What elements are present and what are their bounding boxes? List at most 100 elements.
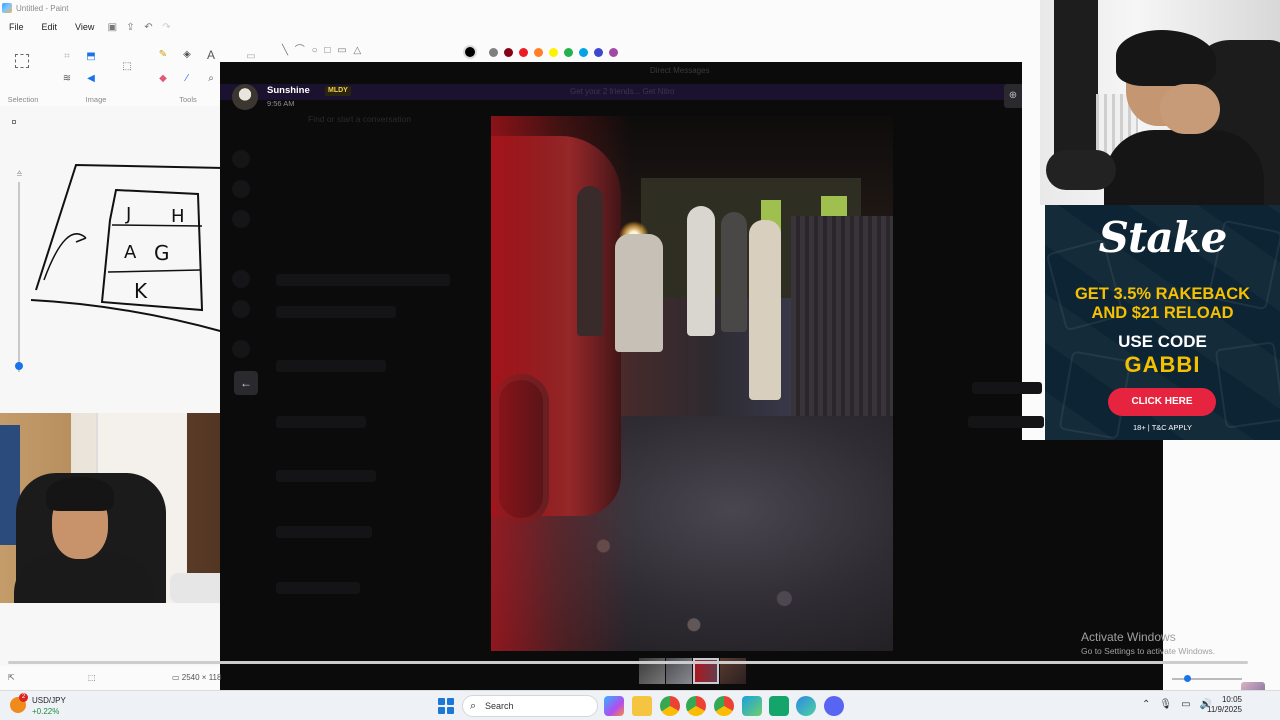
photo-red-glow (491, 116, 631, 651)
clock-time: 10:05 (1221, 695, 1242, 704)
redo-icon[interactable]: ↷ (157, 22, 175, 33)
search-icon: ⌕ (470, 700, 477, 712)
dm-list-item (276, 360, 386, 372)
color-picker-icon[interactable]: ⁄ (180, 72, 194, 86)
image-group: ⌗ ⬒ ⬚ ≋ ◀ Image (50, 40, 142, 106)
dm-header: Direct Messages (650, 66, 710, 75)
palette-color-swatch[interactable] (609, 48, 618, 57)
media-app-icon[interactable] (769, 696, 789, 716)
horizontal-scrollbar[interactable] (8, 661, 1248, 664)
zoom-slider[interactable] (1172, 675, 1242, 682)
author-avatar[interactable] (232, 84, 258, 110)
server-icon (232, 270, 250, 288)
chrome-icon[interactable] (714, 696, 734, 716)
palette-color-swatch[interactable] (504, 48, 513, 57)
flip-icon[interactable]: ≋ (60, 72, 74, 86)
ticker-change: +0.22% (32, 707, 60, 716)
dm-list-item (276, 582, 360, 594)
photo-fence (791, 216, 893, 426)
brush-size-icon[interactable]: ≙ (16, 170, 23, 179)
selection-group: Selection (0, 40, 46, 106)
zoom-in-icon[interactable]: ⊕ (1004, 84, 1022, 108)
cursor-icon: ⇱ (8, 673, 15, 682)
canvas-handle[interactable] (12, 120, 16, 124)
photo-person (721, 212, 747, 332)
selection-size-icon: ⬚ (88, 673, 96, 682)
menu-edit[interactable]: Edit (33, 22, 67, 32)
menu-view[interactable]: View (66, 22, 103, 32)
clock-date: 11/9/2025 (1207, 705, 1242, 714)
rotate-select-icon[interactable]: ⬚ (120, 60, 134, 74)
widgets-badge: 2 (19, 693, 28, 702)
stake-ad[interactable]: Stake GET 3.5% RAKEBACK AND $21 RELOAD U… (1045, 205, 1280, 440)
slider-knob[interactable] (15, 362, 23, 370)
resize-icon[interactable]: ⬒ (84, 50, 98, 64)
webcam-person-body (14, 553, 154, 603)
shapes-icon[interactable]: ╲ ⌒ ○ □ ▭ △ (282, 44, 382, 58)
palette-color-swatch[interactable] (564, 48, 573, 57)
palette-color-swatch[interactable] (549, 48, 558, 57)
palette-color-swatch[interactable] (463, 45, 477, 59)
ad-promo-line1: GET 3.5% RAKEBACK (1074, 285, 1251, 303)
file-explorer-icon[interactable] (632, 696, 652, 716)
webcam-person-hand (1160, 84, 1220, 134)
message-timestamp: 9:56 AM (267, 99, 295, 108)
undo-icon[interactable]: ↶ (139, 22, 157, 33)
chrome-icon[interactable] (686, 696, 706, 716)
magnifier-icon[interactable]: ⌕ (204, 72, 218, 86)
eraser-icon[interactable]: ◆ (156, 72, 170, 86)
windows-start-icon[interactable] (438, 698, 454, 714)
snipping-tool-icon[interactable] (742, 696, 762, 716)
message-author[interactable]: Sunshine MLDY 9:56 AM (232, 82, 372, 110)
taskbar-search[interactable]: ⌕ Search (462, 695, 598, 717)
network-icon[interactable]: ▭ (1181, 699, 1190, 710)
palette-color-swatch[interactable] (594, 48, 603, 57)
chevron-up-icon[interactable]: ⌃ (1142, 699, 1150, 710)
share-icon[interactable]: ⇪ (121, 22, 139, 33)
desktop: Untitled - Paint File Edit View ▣ ⇪ ↶ ↷ … (0, 0, 1280, 720)
palette-color-swatch[interactable] (534, 48, 543, 57)
webcam-mic (1046, 150, 1116, 190)
ad-promo: GET 3.5% RAKEBACK AND $21 RELOAD (1045, 285, 1280, 323)
pencil-icon[interactable]: ✎ (156, 48, 170, 62)
edge-icon[interactable] (796, 696, 816, 716)
save-icon[interactable]: ▣ (103, 22, 121, 33)
text-icon[interactable]: A (204, 48, 218, 62)
photo-person (577, 186, 603, 336)
ad-disclaimer: 18+ | T&C APPLY (1133, 423, 1192, 432)
attachment-photo[interactable] (491, 116, 893, 651)
rotate-icon[interactable]: ◀ (84, 72, 98, 86)
ad-promo-line2: AND $21 RELOAD (1091, 304, 1234, 322)
tools-label: Tools (179, 95, 197, 104)
zoom-slider-knob[interactable] (1184, 675, 1191, 682)
paint-app-icon (2, 3, 12, 13)
drawn-letter-j: J (125, 204, 131, 225)
palette-color-swatch[interactable] (579, 48, 588, 57)
paint-menu-bar: File Edit View ▣ ⇪ ↶ ↷ (0, 18, 175, 36)
system-tray: ⌃ 🎙 ▭ 🔊 (1142, 699, 1212, 710)
ad-click-here-button[interactable]: CLICK HERE (1108, 388, 1216, 416)
profile-panel-row (972, 382, 1042, 394)
paint-title-bar: Untitled - Paint (0, 0, 1040, 16)
brush-size-slider[interactable] (15, 182, 23, 372)
fill-icon[interactable]: ◈ (180, 48, 194, 62)
microphone-icon[interactable]: 🎙 (1159, 699, 1172, 710)
copilot-icon[interactable] (604, 696, 624, 716)
photo-person (615, 234, 663, 352)
palette-color-swatch[interactable] (489, 48, 498, 57)
select-icon[interactable] (15, 54, 29, 68)
activate-title: Activate Windows (1081, 630, 1176, 644)
discord-icon[interactable] (824, 696, 844, 716)
palette-color-swatch[interactable] (519, 48, 528, 57)
menu-file[interactable]: File (0, 22, 33, 32)
canvas-size: ▭ 2540 × 118 (172, 673, 222, 682)
webcam-overlay-left (0, 413, 253, 603)
chrome-icon[interactable] (660, 696, 680, 716)
profile-panel-row (968, 416, 1044, 428)
webcam-person-hair (1116, 30, 1216, 86)
author-name[interactable]: Sunshine (267, 85, 310, 96)
taskbar-clock[interactable]: 10:05 11/9/2025 (1207, 695, 1242, 715)
paint-status-bar: ⇱ ⬚ ▭ 2540 × 118 (0, 670, 1280, 688)
crop-icon[interactable]: ⌗ (60, 50, 74, 64)
arrow-left-icon[interactable]: ← (234, 371, 258, 395)
